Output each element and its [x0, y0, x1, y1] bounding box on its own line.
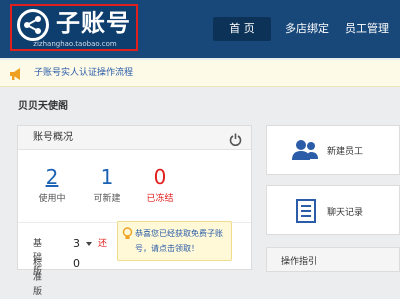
stat-in-use-label: 使用中	[38, 194, 66, 204]
chat-records-card[interactable]: 聊天记录	[266, 185, 400, 235]
panel-header: 账号概况	[18, 126, 251, 150]
stat-available-label: 可新建	[93, 194, 121, 204]
plan-count: 0	[73, 257, 80, 270]
panel-title: 账号概况	[33, 132, 73, 143]
operation-guide-panel: 操作指引	[266, 247, 400, 272]
power-icon[interactable]	[229, 131, 242, 150]
new-staff-card[interactable]: 新建员工	[266, 125, 400, 175]
top-header: 子账号 zizhanghao.taobao.com 首 页 多店绑定 员工管理	[0, 0, 400, 58]
logo-subtitle: zizhanghao.taobao.com	[33, 40, 117, 48]
logo[interactable]: 子账号 zizhanghao.taobao.com	[10, 4, 138, 51]
chevron-down-icon[interactable]	[86, 242, 92, 246]
shop-name: 贝贝天使阁	[18, 101, 68, 112]
guide-title: 操作指引	[281, 257, 318, 267]
notice-link[interactable]: 子账号实人认证操作流程	[34, 60, 133, 87]
tooltip-text[interactable]: 恭喜您已经获取免费子账号，请点击领取！	[135, 226, 229, 256]
free-account-tooltip[interactable]: 恭喜您已经获取免费子账号，请点击领取！	[117, 221, 232, 261]
plan-count: 3	[73, 237, 80, 250]
users-icon	[292, 139, 318, 165]
chat-records-label: 聊天记录	[327, 208, 364, 218]
stat-frozen-value[interactable]: 0	[145, 166, 175, 188]
plan-name: 标准版	[33, 259, 43, 297]
document-icon	[296, 199, 316, 227]
lightbulb-icon	[122, 225, 133, 244]
stat-available-value[interactable]: 1	[92, 166, 122, 188]
nav-staff-management[interactable]: 员工管理	[338, 17, 396, 41]
network-icon	[17, 9, 49, 41]
notice-bar: 子账号实人认证操作流程	[0, 60, 400, 87]
nav-multi-store[interactable]: 多店绑定	[278, 17, 336, 41]
stat-in-use-value[interactable]: 2	[37, 166, 67, 188]
nav-home[interactable]: 首 页	[213, 17, 271, 41]
stat-frozen-label: 已冻结	[146, 194, 174, 204]
logo-title: 子账号	[56, 9, 131, 37]
megaphone-icon	[8, 66, 24, 85]
new-staff-label: 新建员工	[327, 147, 364, 157]
plan-extra[interactable]: 还	[98, 237, 107, 251]
